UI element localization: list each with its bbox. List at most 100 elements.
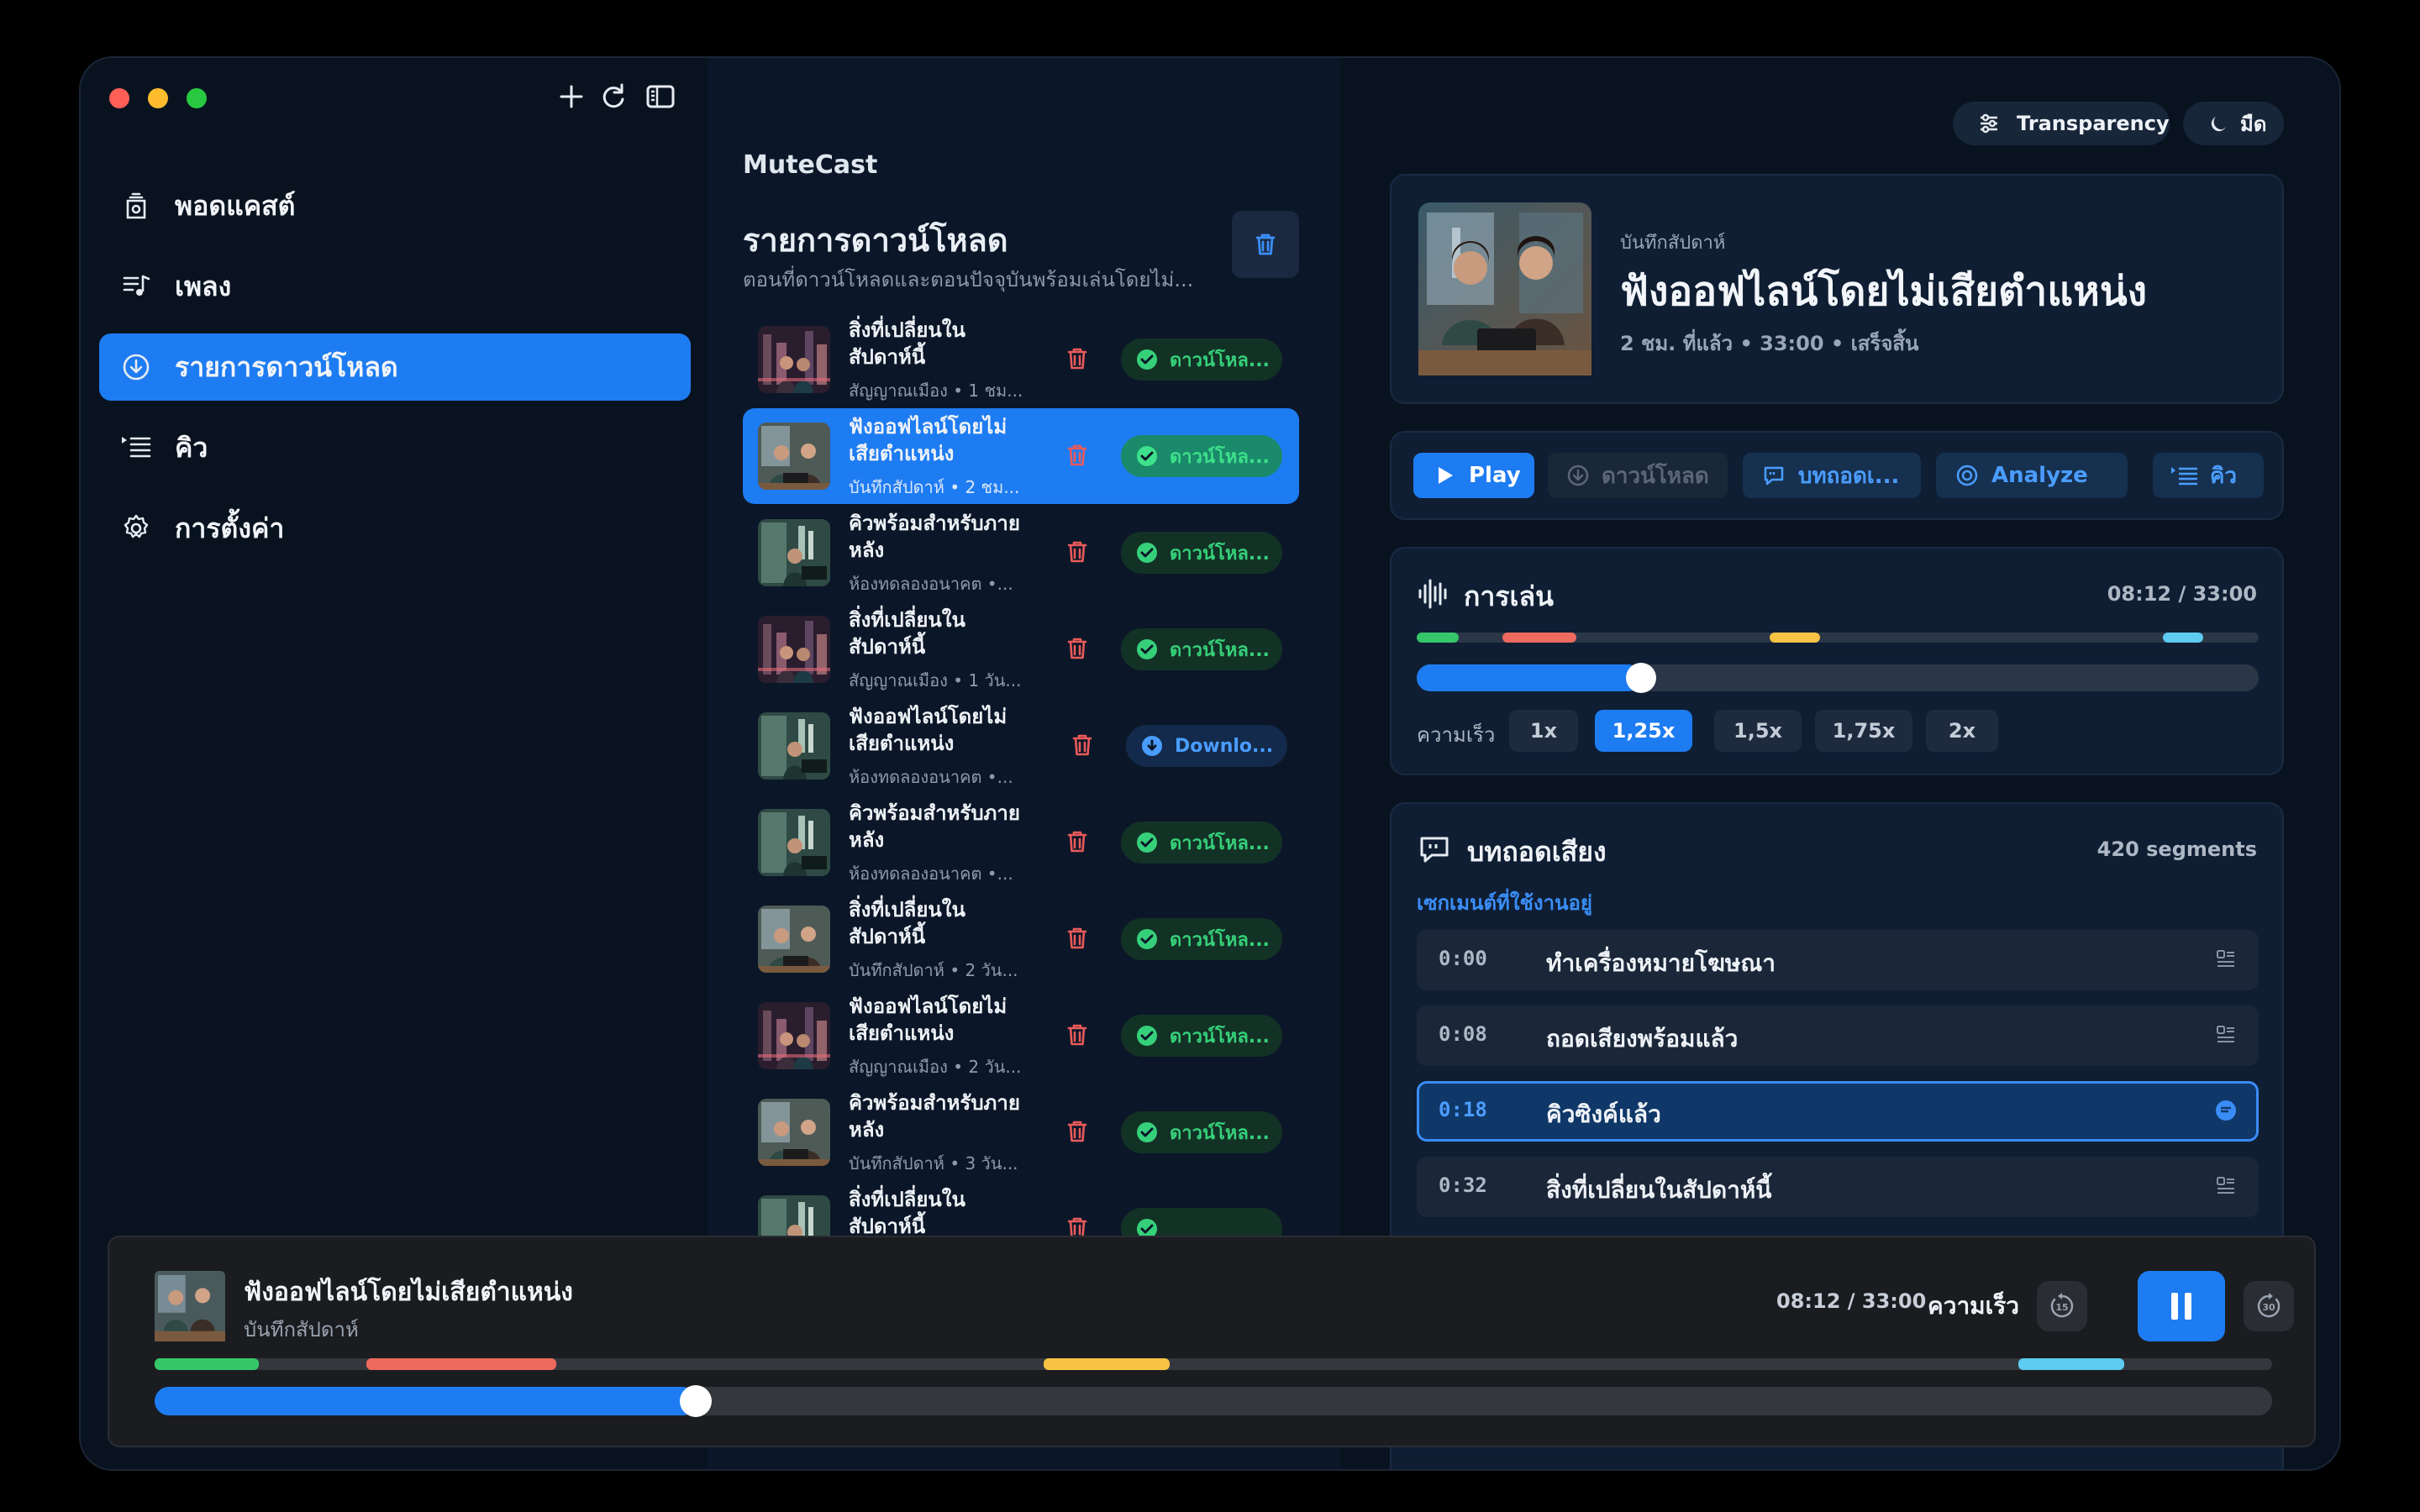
segment-marker-green	[155, 1358, 259, 1370]
check-circle-icon	[1137, 446, 1157, 466]
pause-button[interactable]	[2138, 1271, 2225, 1341]
player-scrubber[interactable]	[155, 1385, 2272, 1417]
skip-back-button[interactable]: 15	[2037, 1281, 2087, 1331]
transcript-button[interactable]: บทถอดเ...	[1743, 453, 1921, 498]
download-status-label: ดาวน์โหล...	[1170, 349, 1270, 371]
sidebar-item-label: เพลง	[175, 270, 232, 302]
transparency-label: Transparency	[2017, 112, 2170, 135]
speed-option[interactable]: 1,25x	[1595, 710, 1692, 752]
refresh-icon[interactable]	[597, 80, 630, 113]
transparency-button[interactable]: Transparency	[1953, 102, 2170, 145]
trash-icon[interactable]	[1062, 1116, 1092, 1147]
segment-marker-yellow	[1044, 1358, 1170, 1370]
download-row[interactable]: คิวพร้อมสำหรับภายหลัง ห้องทดลองอนาคต •...…	[743, 795, 1299, 890]
transcript-segment[interactable]: 0:32 สิ่งที่เปลี่ยนในสัปดาห์นี้	[1417, 1157, 2259, 1217]
zoom-window-button[interactable]	[187, 88, 207, 108]
segment-time: 0:32	[1439, 1173, 1487, 1197]
sidebar-item-1[interactable]: เพลง	[99, 253, 691, 320]
check-circle-icon	[1137, 639, 1157, 659]
download-row[interactable]: คิวพร้อมสำหรับภายหลัง ห้องทดลองอนาคต •...…	[743, 505, 1299, 601]
download-row[interactable]: คิวพร้อมสำหรับภายหลัง บันทึกสัปดาห์ • 3 ว…	[743, 1084, 1299, 1180]
speed-option[interactable]: 1,75x	[1815, 710, 1912, 752]
active-segment-label: เซกเมนต์ที่ใช้งานอยู่	[1417, 891, 1592, 915]
download-row[interactable]: ฟังออฟไลน์โดยไม่เสียตำแหน่ง สัญญาณเมือง •…	[743, 988, 1299, 1084]
sidebar-toggle-icon[interactable]	[644, 80, 677, 113]
theme-toggle-button[interactable]: มืด	[2183, 102, 2284, 145]
sidebar-item-4[interactable]: การตั้งค่า	[99, 495, 691, 562]
episode-thumbnail	[758, 423, 830, 490]
download-row[interactable]: สิ่งที่เปลี่ยนในสัปดาห์นี้ สัญญาณเมือง • …	[743, 312, 1299, 407]
transcript-segment[interactable]: 0:08 ถอดเสียงพร้อมแล้ว	[1417, 1005, 2259, 1066]
episode-thumbnail	[758, 809, 830, 876]
download-status-badge: ดาวน์โหล...	[1121, 339, 1282, 381]
episode-thumbnail	[758, 1002, 830, 1069]
clear-downloads-button[interactable]	[1232, 211, 1299, 278]
episode-thumbnail	[758, 616, 830, 683]
action-bar: Play ดาวน์โหลด บทถอดเ... Analyze คิว	[1390, 431, 2284, 520]
trash-icon[interactable]	[1062, 827, 1092, 857]
transcript-segment[interactable]: 0:18 คิวซิงค์แล้ว	[1417, 1081, 2259, 1142]
trash-icon[interactable]	[1062, 537, 1092, 567]
playback-scrubber[interactable]	[1417, 663, 2259, 693]
app-window: พอดแคสต์เพลงรายการดาวน์โหลดคิวการตั้งค่า…	[79, 56, 2341, 1471]
minimize-window-button[interactable]	[148, 88, 168, 108]
transcript-segment[interactable]: 0:00 ทำเครื่องหมายโฆษณา	[1417, 930, 2259, 990]
download-row[interactable]: ฟังออฟไลน์โดยไม่เสียตำแหน่ง บันทึกสัปดาห์…	[743, 408, 1299, 504]
gear-icon	[124, 514, 149, 538]
download-status-badge: ดาวน์โหล...	[1121, 628, 1282, 670]
app-brand: MuteCast	[743, 150, 878, 180]
download-status-badge: ดาวน์โหล...	[1121, 822, 1282, 864]
now-playing-artwork[interactable]	[155, 1271, 225, 1341]
speed-option[interactable]: 2x	[1926, 710, 1998, 752]
speed-option[interactable]: 1,5x	[1714, 710, 1802, 752]
plus-icon[interactable]	[555, 80, 588, 113]
check-circle-icon	[1137, 832, 1157, 853]
download-circle-icon	[123, 354, 150, 381]
segment-markers-track	[1417, 633, 2259, 643]
speed-option[interactable]: 1x	[1509, 710, 1578, 752]
download-row[interactable]: สิ่งที่เปลี่ยนในสัปดาห์นี้ บันทึกสัปดาห์ …	[743, 891, 1299, 987]
play-label: Play	[1469, 463, 1521, 488]
player-progress-fill	[155, 1387, 697, 1415]
download-status-label: ดาวน์โหล...	[1170, 639, 1270, 661]
trash-icon[interactable]	[1067, 730, 1097, 760]
download-row-meta: บันทึกสัปดาห์ • 2 วัน...	[849, 960, 1018, 980]
queue-button[interactable]: คิว	[2153, 453, 2264, 498]
now-playing-speed-button[interactable]: ความเร็ว	[1928, 1288, 2019, 1325]
download-row[interactable]: ฟังออฟไลน์โดยไม่เสียตำแหน่ง ห้องทดลองอนาค…	[743, 698, 1299, 794]
skip-forward-button[interactable]: 30	[2244, 1281, 2294, 1331]
trash-icon[interactable]	[1062, 1020, 1092, 1050]
player-segment-markers	[155, 1358, 2272, 1370]
sidebar-item-2[interactable]: รายการดาวน์โหลด	[99, 333, 691, 401]
trash-icon[interactable]	[1062, 344, 1092, 374]
trash-icon[interactable]	[1062, 923, 1092, 953]
trash-icon[interactable]	[1062, 633, 1092, 664]
sidebar-item-0[interactable]: พอดแคสต์	[99, 172, 691, 239]
transcript-bubble-icon	[1420, 837, 1449, 863]
now-playing-title: ฟังออฟไลน์โดยไม่เสียตำแหน่ง	[244, 1278, 573, 1307]
download-status-label: Downlo...	[1175, 735, 1274, 757]
download-row[interactable]: สิ่งที่เปลี่ยนในสัปดาห์นี้ สัญญาณเมือง • …	[743, 601, 1299, 697]
playback-card: การเล่น 08:12 / 33:00 ความเร็ว 1x 1,25x 1,…	[1390, 547, 2284, 775]
download-status-label: ดาวน์โหล...	[1170, 832, 1270, 854]
trash-icon[interactable]	[1062, 440, 1092, 470]
download-status-label: ดาวน์โหล...	[1170, 543, 1270, 564]
now-playing-show: บันทึกสัปดาห์	[244, 1318, 359, 1341]
queue-list-icon	[122, 437, 151, 458]
sidebar-item-label: พอดแคสต์	[175, 189, 296, 222]
download-row-meta: บันทึกสัปดาห์ • 3 วัน...	[849, 1153, 1018, 1173]
play-button[interactable]: Play	[1413, 453, 1534, 498]
playback-title: การเล่น	[1464, 580, 1554, 612]
playback-progress-fill	[1417, 664, 1641, 691]
segment-options-icon	[2217, 950, 2234, 967]
playback-scrubber-knob[interactable]	[1626, 663, 1656, 693]
close-window-button[interactable]	[109, 88, 129, 108]
download-row-title: สิ่งที่เปลี่ยนในสัปดาห์นี้	[849, 608, 965, 659]
sidebar-item-3[interactable]: คิว	[99, 414, 691, 481]
download-row-title: ฟังออฟไลน์โดยไม่เสียตำแหน่ง	[849, 995, 1007, 1045]
analyze-button[interactable]: Analyze	[1936, 453, 2128, 498]
download-label: ดาวน์โหลด	[1602, 463, 1709, 489]
download-status-label: ดาวน์โหล...	[1170, 1122, 1270, 1144]
player-scrubber-knob[interactable]	[680, 1385, 712, 1417]
download-button[interactable]: ดาวน์โหลด	[1548, 453, 1728, 498]
